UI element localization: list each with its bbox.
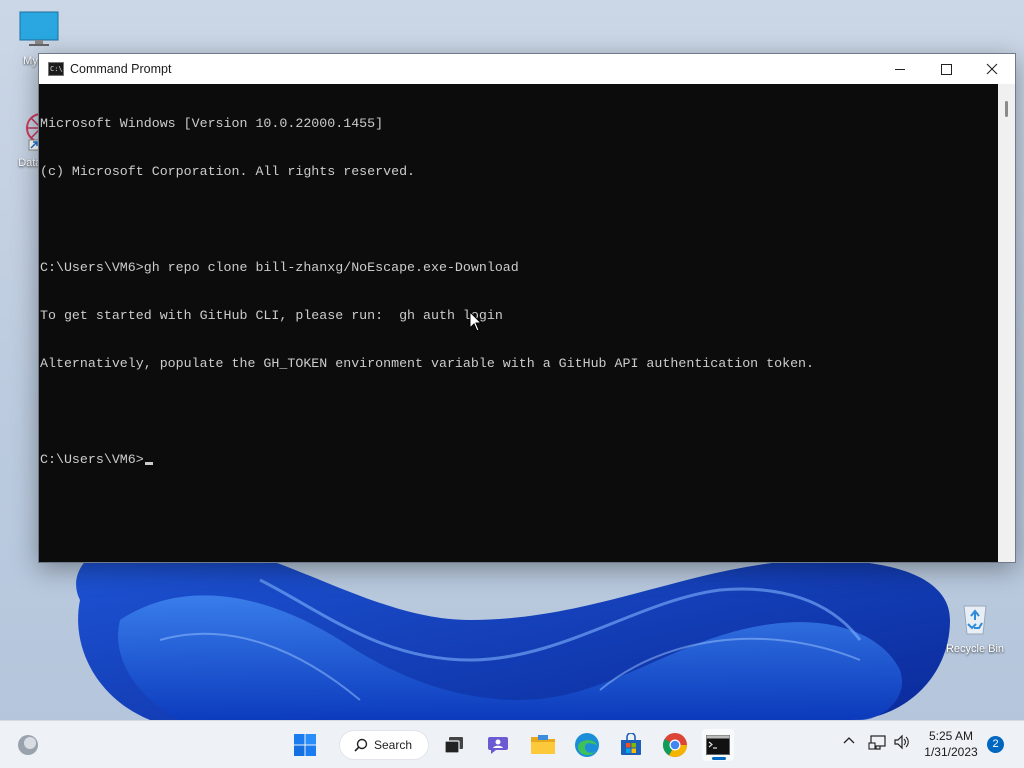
folder-icon [531,735,555,754]
task-view-icon [444,737,463,754]
store-icon [621,733,641,755]
chrome-browser-button[interactable] [659,729,691,761]
console-line: Alternatively, populate the GH_TOKEN env… [40,356,815,371]
teams-chat-button[interactable] [483,729,515,761]
desktop-icon-recycle-bin[interactable]: Recycle Bin [940,598,1010,655]
file-explorer-button[interactable] [527,729,559,761]
notification-badge[interactable]: 2 [987,736,1004,753]
scrollbar-thumb[interactable] [1005,101,1008,117]
task-view-button[interactable] [438,729,470,761]
minimize-button[interactable] [877,54,923,84]
close-icon [986,63,998,75]
taskbar-clock[interactable]: 5:25 AM 1/31/2023 [916,728,986,760]
clock-time: 5:25 AM [928,729,974,743]
chrome-icon [662,733,687,758]
start-button[interactable] [289,729,321,761]
active-app-indicator [712,757,726,760]
console-line: C:\Users\VM6>gh repo clone bill-zhanxg/N… [40,260,519,275]
desktop-icon-label: Recycle Bin [945,643,1005,655]
recycle-bin-icon [963,605,987,635]
text-caret [144,462,153,465]
cmd-app-icon: C:\ [48,62,64,76]
edge-browser-button[interactable] [571,729,603,761]
console-prompt-line: C:\Users\VM6> [40,452,999,468]
taskbar-search-button[interactable]: Search [339,730,429,760]
console-line: (c) Microsoft Corporation. All rights re… [40,164,416,179]
close-button[interactable] [969,54,1015,84]
maximize-icon [940,63,952,75]
monitor-icon [19,11,59,46]
terminal-icon [706,735,730,755]
edge-icon [575,733,599,757]
volume-icon[interactable] [893,734,911,750]
microsoft-store-button[interactable] [615,729,647,761]
console-line: To get started with GitHub CLI, please r… [40,308,503,323]
windows-logo-icon [294,734,316,756]
chevron-up-icon[interactable] [842,734,856,748]
console-line: Microsoft Windows [Version 10.0.22000.14… [40,116,384,131]
window-titlebar[interactable]: C:\ Command Prompt [39,54,1015,84]
network-icon[interactable] [868,733,888,751]
clock-date: 1/31/2023 [924,745,978,759]
window-controls [877,54,1015,84]
maximize-button[interactable] [923,54,969,84]
mouse-pointer-icon [469,311,483,332]
search-icon [354,738,368,752]
weather-widget-icon[interactable] [16,733,40,757]
vertical-scrollbar[interactable] [998,84,1015,562]
console-output[interactable]: Microsoft Windows [Version 10.0.22000.14… [39,84,999,562]
window-title: Command Prompt [70,62,172,76]
search-label: Search [374,738,413,752]
console-prompt: C:\Users\VM6> [40,452,144,467]
chat-icon [488,737,508,754]
command-prompt-window[interactable]: C:\ Command Prompt Microsoft Windows [Ve… [38,53,1016,563]
minimize-icon [894,68,905,70]
